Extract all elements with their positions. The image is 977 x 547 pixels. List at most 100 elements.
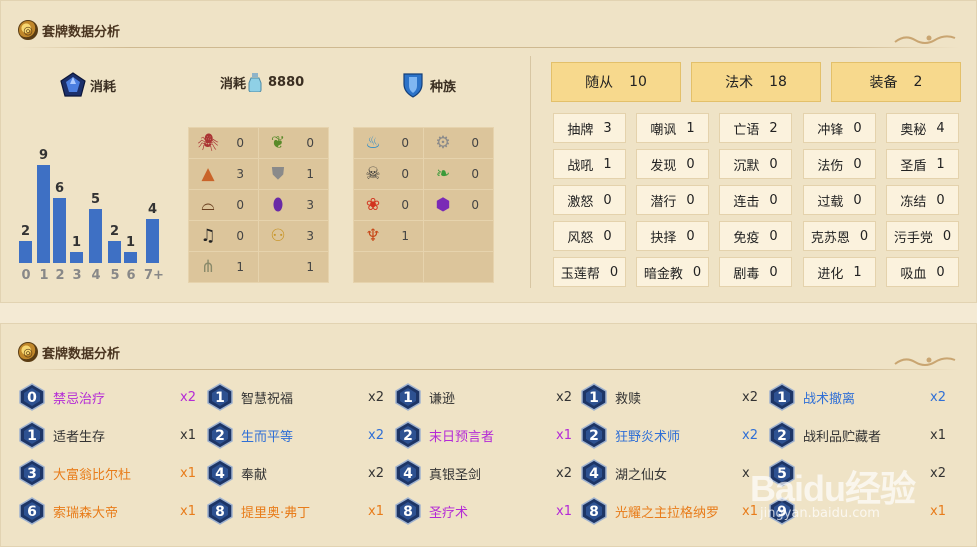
card-cost: 1 [403,390,413,406]
mechanic-filter[interactable]: 克苏恩 0 [803,221,876,251]
card-name[interactable]: 提里奥·弗丁 [241,502,310,521]
card-name[interactable]: 奉献 [241,464,267,483]
mechanic-filter[interactable]: 奥秘 4 [886,113,959,143]
mechanic-filter[interactable]: 抽牌 3 [553,113,626,143]
card-name[interactable]: 禁忌治疗 [53,388,105,407]
card-entry[interactable]: 4 真银圣剑 x2 [394,457,584,489]
mechanic-label: 战吼 [567,158,594,174]
mechanic-filter[interactable]: 潜行 0 [636,185,709,215]
mana-cost-icon: 1 [581,383,607,411]
music-icon: ♫ [200,226,216,246]
card-name[interactable]: 适者生存 [53,426,105,445]
demon-icon: ⬢ [435,195,451,215]
race_grid-cell: ♨ 0 [354,128,423,158]
mechanic-label: 奥秘 [900,122,927,138]
card-entry[interactable]: 3 大富翁比尔杜 x1 [18,457,208,489]
card-name[interactable]: 战术撤离 [803,388,855,407]
mechanic-label: 潜行 [650,194,677,210]
mechanic-filter[interactable]: 污手党 0 [886,221,959,251]
card-name[interactable]: 圣疗术 [429,502,468,521]
card-name[interactable]: 真银圣剑 [429,464,481,483]
mechanic-count: 1 [603,156,612,172]
type-tag[interactable]: 随从 10 [551,62,681,102]
mechanic-filter[interactable]: 抉择 0 [636,221,709,251]
mechanic-filter[interactable]: 激怒 0 [553,185,626,215]
mana-bar-1 [37,165,50,263]
mana-cost-icon: 1 [395,383,421,411]
type-tag[interactable]: 法术 18 [691,62,821,102]
card-name[interactable]: 光耀之主拉格纳罗 [615,502,719,521]
mechanic-label: 沉默 [733,158,760,174]
mechanic-filter[interactable]: 圣盾 1 [886,149,959,179]
card-name[interactable]: 谦逊 [429,388,455,407]
card-entry[interactable]: 5 x2 [768,457,958,489]
card-entry[interactable]: 2 战利品贮藏者 x1 [768,419,958,451]
card-entry[interactable]: 8 提里奥·弗丁 x1 [206,495,396,527]
mechanic-filter[interactable]: 吸血 0 [886,257,959,287]
card-entry[interactable]: 6 索瑞森大帝 x1 [18,495,208,527]
race_grid-count: 0 [401,198,409,212]
mechanic-filter[interactable]: 法伤 0 [803,149,876,179]
mana-cost-icon: 8 [207,497,233,525]
card-entry[interactable]: 9 x1 [768,495,958,527]
mechanic-filter[interactable]: 嘲讽 1 [636,113,709,143]
mana-tick-label: 1 [39,268,49,283]
card-entry[interactable]: 2 生而平等 x2 [206,419,396,451]
mechanic-label: 抉择 [650,230,677,246]
card-entry[interactable]: 1 适者生存 x1 [18,419,208,451]
class_grid-cell: ⋔ 1 [189,252,258,282]
card-entry[interactable]: 1 战术撤离 x2 [768,381,958,413]
mechanic-filter[interactable]: 玉莲帮 0 [553,257,626,287]
type-tag[interactable]: 装备 2 [831,62,961,102]
card-count: x2 [742,389,758,405]
card-entry[interactable]: 2 末日预言者 x1 [394,419,584,451]
card-name[interactable]: 索瑞森大帝 [53,502,118,521]
type-tag-count: 18 [769,74,787,90]
mana-bar-5 [108,241,121,263]
card-name[interactable]: 狂野炎术师 [615,426,680,445]
mechanic-label: 剧毒 [733,266,760,282]
card-cost: 2 [403,428,413,444]
type-tag-label: 装备 [869,75,898,91]
mountain-icon: ▲ [201,164,215,184]
mechanic-filter[interactable]: 冲锋 0 [803,113,876,143]
card-entry[interactable]: 1 谦逊 x2 [394,381,584,413]
card-count: x1 [556,427,572,443]
card-name[interactable]: 智慧祝福 [241,388,293,407]
card-entry[interactable]: 8 圣疗术 x1 [394,495,584,527]
mana-cost-icon: 4 [581,459,607,487]
mechanic-filter[interactable]: 剧毒 0 [719,257,792,287]
race-grid: ♨ 0 ⚙ 0 ☠ 0 ❧ 0 ❀ 0 ⬢ 0 ♆ 1 [353,127,494,283]
mechanic-filter[interactable]: 冻结 0 [886,185,959,215]
card-cost: 6 [27,504,37,520]
card-count: x1 [180,503,196,519]
mechanic-filter[interactable]: 暗金教 0 [636,257,709,287]
card-count: x2 [368,389,384,405]
card-entry[interactable]: 1 智慧祝福 x2 [206,381,396,413]
mechanic-filter[interactable]: 风怒 0 [553,221,626,251]
card-name[interactable]: 湖之仙女 [615,464,667,483]
card-name[interactable]: 大富翁比尔杜 [53,464,131,483]
mechanic-filter[interactable]: 过载 0 [803,185,876,215]
card-entry[interactable]: 4 湖之仙女 x [580,457,770,489]
card-name[interactable]: 末日预言者 [429,426,494,445]
card-name[interactable]: 生而平等 [241,426,293,445]
type-tag-count: 2 [913,74,923,90]
mechanic-filter[interactable]: 连击 0 [719,185,792,215]
mechanic-filter[interactable]: 亡语 2 [719,113,792,143]
card-entry[interactable]: 8 光耀之主拉格纳罗 x1 [580,495,770,527]
mechanic-filter[interactable]: 发现 0 [636,149,709,179]
card-cost: 1 [777,390,787,406]
card-entry[interactable]: 0 禁忌治疗 x2 [18,381,208,413]
mechanic-filter[interactable]: 沉默 0 [719,149,792,179]
mechanic-count: 0 [609,264,619,280]
mechanic-filter[interactable]: 战吼 1 [553,149,626,179]
card-entry[interactable]: 2 狂野炎术师 x2 [580,419,770,451]
card-name[interactable]: 战利品贮藏者 [803,426,881,445]
mechanic-filter[interactable]: 免疫 0 [719,221,792,251]
race_grid-count: 0 [471,198,479,212]
card-name[interactable]: 救赎 [615,388,641,407]
card-entry[interactable]: 4 奉献 x2 [206,457,396,489]
card-entry[interactable]: 1 救赎 x2 [580,381,770,413]
mechanic-filter[interactable]: 进化 1 [803,257,876,287]
